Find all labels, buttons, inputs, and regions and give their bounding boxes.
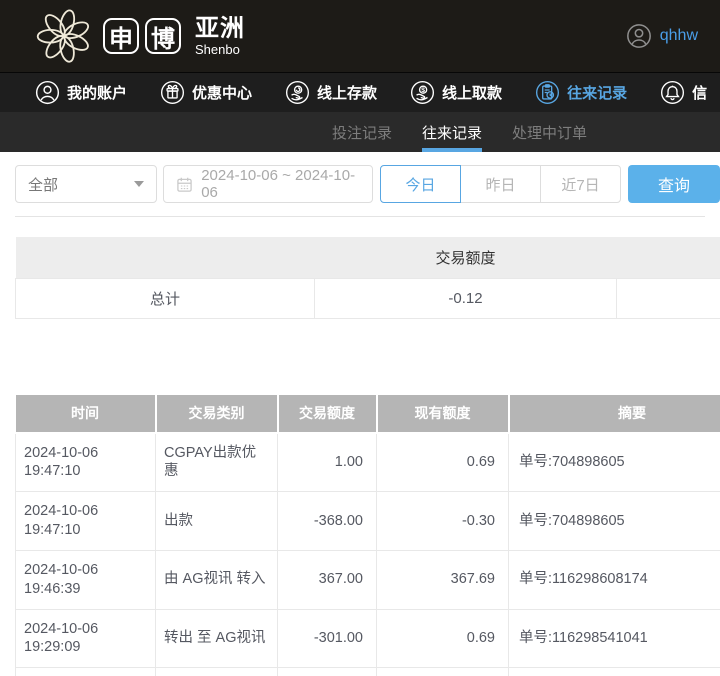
svg-text:$: $ xyxy=(421,87,425,94)
logo-char-2: 博 xyxy=(145,18,181,54)
transactions-body: 2024-10-06 19:47:10 CGPAY出款优惠 1.00 0.69 单号:7… xyxy=(15,431,720,676)
table-row: 2024-10-06 19:47:10 CGPAY出款优惠 1.00 0.69 单号:7… xyxy=(15,431,720,493)
summary-cell: 单号:704898605 xyxy=(508,491,720,551)
time-cell: 2024-10-06 19:29:09 xyxy=(15,608,156,669)
balance-cell: 301.69 xyxy=(376,667,509,676)
summary-header-row: 交易额度 xyxy=(15,237,720,278)
nav-label: 往来记录 xyxy=(567,85,628,102)
nav-item-promotions[interactable]: 优惠中心 xyxy=(160,80,252,105)
flower-logo-icon xyxy=(36,9,90,63)
table-row: 2024-10-06 19:47:10 出款 -368.00 -0.30 单号:7048… xyxy=(15,491,720,551)
summary-total-empty xyxy=(616,277,720,319)
nav-item-messages[interactable]: 信 xyxy=(660,80,707,105)
summary-total-row: 总计 -0.12 xyxy=(15,277,720,319)
summary-header-label: 交易额度 xyxy=(314,237,617,278)
summary-cell: 单号:202410073746649273 xyxy=(508,667,720,676)
table-row: 2024-10-06 19:28:44线上存款笔笔送优惠1.50301.69单号… xyxy=(15,667,720,676)
type-cell: 线上存款笔笔送优惠 xyxy=(155,667,278,676)
balance-cell: -0.30 xyxy=(376,491,509,551)
balance-cell: 0.69 xyxy=(376,608,509,669)
col-time: 时间 xyxy=(15,394,157,434)
tab-transaction-records[interactable]: 往来记录 xyxy=(422,112,483,152)
username[interactable]: qhhw xyxy=(660,27,698,45)
nav-item-records[interactable]: 往来记录 xyxy=(535,80,627,105)
record-tab-bar: 投注记录 往来记录 处理中订单 xyxy=(0,112,720,152)
balance-cell: 0.69 xyxy=(376,431,509,493)
time-cell: 2024-10-06 19:47:10 xyxy=(15,491,156,551)
calendar-icon xyxy=(177,177,192,192)
site-logo[interactable]: 申 博 亚洲 Shenbo xyxy=(35,7,245,65)
today-button[interactable]: 今日 xyxy=(380,165,461,203)
amount-cell: 367.00 xyxy=(277,549,377,610)
chevron-down-icon xyxy=(134,181,145,187)
time-cell: 2024-10-06 19:46:39 xyxy=(15,549,156,610)
withdraw-icon: $ xyxy=(411,80,435,105)
col-summary: 摘要 xyxy=(508,394,720,434)
date-range-input[interactable]: 2024-10-06 ~ 2024-10-06 xyxy=(163,165,373,203)
nav-label: 我的账户 xyxy=(67,85,128,102)
nav-label: 优惠中心 xyxy=(192,85,253,102)
table-row: 2024-10-06 19:29:09 转出 至 AG视讯 -301.00 0.69 单… xyxy=(15,608,720,669)
summary-total-value: -0.12 xyxy=(314,277,617,319)
type-cell: CGPAY出款优惠 xyxy=(155,431,278,493)
tab-processing-orders[interactable]: 处理中订单 xyxy=(512,112,587,152)
user-account-area[interactable]: qhhw xyxy=(626,23,698,49)
transaction-type-select[interactable]: 全部 xyxy=(15,165,158,203)
type-cell: 转出 至 AG视讯 xyxy=(155,608,278,669)
nav-item-deposit[interactable]: 线上存款 xyxy=(285,80,377,105)
last7days-button[interactable]: 近7日 xyxy=(540,165,621,203)
summary-cell: 单号:116298608174 xyxy=(508,549,720,610)
summary-cell: 单号:704898605 xyxy=(508,431,720,493)
logo-region: 亚洲 Shenbo xyxy=(195,14,245,57)
summary-table: 交易额度 总计 -0.12 xyxy=(15,237,720,319)
bell-icon xyxy=(661,80,685,105)
quick-date-button-group: 今日 昨日 近7日 xyxy=(380,165,621,203)
search-button[interactable]: 查询 xyxy=(628,165,720,203)
type-cell: 由 AG视讯 转入 xyxy=(155,549,278,610)
top-header: 申 博 亚洲 Shenbo qhhw xyxy=(0,0,720,72)
tab-bet-records[interactable]: 投注记录 xyxy=(332,112,392,152)
user-avatar-icon xyxy=(626,24,651,48)
transactions-table: 时间 交易类别 交易额度 现有额度 摘要 2024-10-06 19:47:10… xyxy=(15,394,720,676)
balance-cell: 367.69 xyxy=(376,549,509,610)
deposit-icon xyxy=(286,80,310,105)
amount-cell: -301.00 xyxy=(277,608,377,669)
col-type: 交易类别 xyxy=(155,394,279,434)
summary-total-label: 总计 xyxy=(15,277,315,319)
nav-label: 线上取款 xyxy=(442,85,503,102)
summary-header-empty2 xyxy=(616,237,720,278)
amount-cell: 1.50 xyxy=(277,667,377,676)
type-cell: 出款 xyxy=(155,491,278,551)
logo-characters: 申 博 xyxy=(103,18,181,54)
logo-char-1: 申 xyxy=(103,18,139,54)
nav-label: 信 xyxy=(692,85,708,102)
nav-item-account[interactable]: 我的账户 xyxy=(35,80,127,105)
col-amount: 交易额度 xyxy=(277,394,378,434)
table-row: 2024-10-06 19:46:39 由 AG视讯 转入 367.00 367.69… xyxy=(15,549,720,610)
user-icon xyxy=(35,80,60,105)
col-balance: 现有额度 xyxy=(376,394,510,434)
summary-cell: 单号:116298541041 xyxy=(508,608,720,669)
records-icon xyxy=(536,80,560,105)
main-nav: 我的账户 优惠中心 线上存款 $ 线上取款 往来记录 信 xyxy=(0,72,720,112)
date-range-value: 2024-10-06 ~ 2024-10-06 xyxy=(201,167,356,201)
section-divider xyxy=(15,216,705,217)
time-cell: 2024-10-06 19:28:44 xyxy=(15,667,156,676)
logo-region-text: 亚洲 xyxy=(195,14,245,42)
filter-row: 全部 2024-10-06 ~ 2024-10-06 今日 昨日 近7日 查询 xyxy=(0,152,720,203)
transactions-header-row: 时间 交易类别 交易额度 现有额度 摘要 xyxy=(15,394,720,434)
type-select-value: 全部 xyxy=(28,176,59,194)
gift-icon xyxy=(161,80,185,105)
time-cell: 2024-10-06 19:47:10 xyxy=(15,431,156,493)
nav-item-withdraw[interactable]: $ 线上取款 xyxy=(410,80,502,105)
amount-cell: -368.00 xyxy=(277,491,377,551)
nav-label: 线上存款 xyxy=(317,85,378,102)
logo-subtitle: Shenbo xyxy=(195,41,240,57)
yesterday-button[interactable]: 昨日 xyxy=(460,165,541,203)
summary-header-empty xyxy=(15,237,315,278)
amount-cell: 1.00 xyxy=(277,431,377,493)
